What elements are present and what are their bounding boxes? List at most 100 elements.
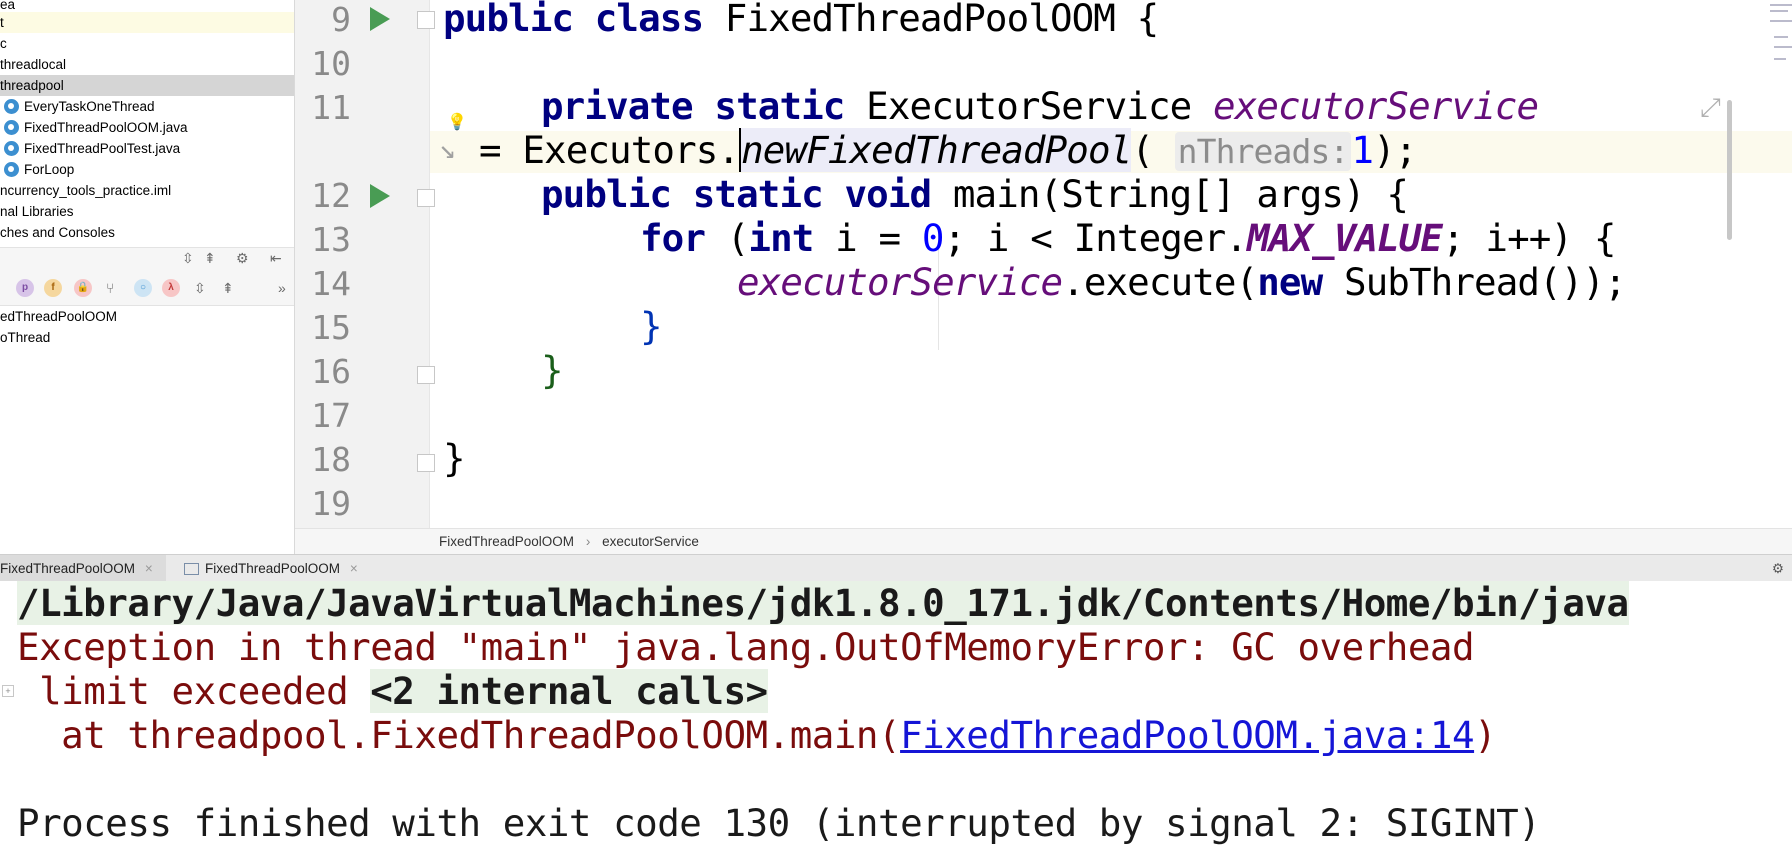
lightbulb-icon[interactable]: 💡: [447, 112, 467, 132]
tree-item-label: nal Libraries: [0, 204, 74, 219]
line-number: 12: [311, 176, 351, 215]
code-line-18: }: [443, 436, 466, 480]
java-path: /Library/Java/JavaVirtualMachines/jdk1.8…: [17, 581, 1629, 625]
number-literal: 1: [1351, 128, 1374, 172]
collapse-icon[interactable]: ⇞: [222, 278, 234, 298]
close-icon[interactable]: ×: [145, 561, 153, 576]
hide-panel-icon[interactable]: ⇤: [270, 248, 282, 268]
code-text: }: [640, 304, 663, 348]
field-ref: executorService: [737, 260, 1063, 304]
inherited-icon[interactable]: ⑂: [106, 278, 114, 298]
run-tab[interactable]: FixedThreadPoolOOM ×: [184, 555, 370, 582]
structure-item[interactable]: oThread: [0, 327, 294, 348]
editor-minimap: [1742, 0, 1792, 90]
code-text: SubThread());: [1322, 260, 1627, 304]
tree-item-external-libraries[interactable]: nal Libraries: [0, 201, 294, 222]
code-line-9: public class FixedThreadPoolOOM {: [443, 0, 1159, 40]
code-text: ; i++) {: [1442, 216, 1616, 260]
code-editor[interactable]: 9 10 11 12 13 14 15 16 17 18 19 💡 public…: [295, 0, 1792, 528]
error-text: limit exceeded: [17, 669, 371, 713]
tree-item[interactable]: c: [0, 33, 294, 54]
project-panel: ea t c threadlocal threadpool EveryTaskO…: [0, 0, 295, 554]
run-tab-bar: FixedThreadPoolOOM × FixedThreadPoolOOM …: [0, 554, 1792, 583]
keyword: public class: [443, 0, 704, 40]
tree-item-fixedthreadpooloom[interactable]: FixedThreadPoolOOM.java: [0, 117, 294, 138]
show-properties-icon[interactable]: p: [16, 279, 34, 297]
tree-item-threadpool[interactable]: threadpool: [0, 75, 294, 96]
expand-icon[interactable]: +: [2, 685, 14, 697]
show-lambdas-icon[interactable]: λ: [162, 279, 180, 297]
expand-icon[interactable]: ⇳: [194, 278, 206, 298]
code-text: (: [1131, 128, 1175, 172]
code-text: .execute(: [1062, 260, 1258, 304]
line-number: 14: [311, 264, 351, 303]
structure-toolbar: p f 🔒 ⑂ ○ λ ⇳ ⇞ »: [0, 271, 294, 306]
line-number: 17: [311, 396, 351, 435]
breadcrumb-member[interactable]: executorService: [602, 534, 699, 549]
show-non-public-icon[interactable]: 🔒: [74, 279, 92, 297]
run-tab[interactable]: FixedThreadPoolOOM ×: [0, 555, 166, 582]
tree-item-label: threadlocal: [0, 57, 67, 72]
more-icon[interactable]: »: [278, 278, 286, 298]
resize-arrow-icon: ⤢: [1700, 92, 1721, 122]
tree-item-fixedthreadpooltest[interactable]: FixedThreadPoolTest.java: [0, 138, 294, 159]
class-icon: [4, 161, 19, 177]
class-icon: [4, 140, 19, 156]
run-console[interactable]: /Library/Java/JavaVirtualMachines/jdk1.8…: [0, 581, 1792, 857]
gear-icon[interactable]: ⚙: [1772, 555, 1784, 582]
console-error-line: limit exceeded <2 internal calls>: [17, 669, 768, 713]
gear-icon[interactable]: ⚙: [236, 248, 249, 268]
fold-marker-icon[interactable]: [417, 454, 435, 472]
editor-gutter: 9 10 11 12 13 14 15 16 17 18 19 💡: [295, 0, 467, 528]
console-command-line: /Library/Java/JavaVirtualMachines/jdk1.8…: [17, 581, 1629, 625]
tree-item-label: ForLoop: [24, 162, 75, 177]
tree-item-forloop[interactable]: ForLoop: [0, 159, 294, 180]
error-text: ): [1474, 713, 1497, 757]
code-line-11-wrap: ↘ = Executors.newFixedThreadPool( nThread…: [439, 128, 1417, 172]
code-text: i =: [813, 216, 922, 260]
source-link[interactable]: FixedThreadPoolOOM.java:14: [900, 713, 1475, 757]
code-text: FixedThreadPoolOOM {: [703, 0, 1159, 40]
keyword: int: [748, 216, 814, 260]
expand-all-icon[interactable]: ⇳: [182, 248, 194, 268]
parameter-hint: nThreads:: [1174, 132, 1352, 171]
close-icon[interactable]: ×: [350, 561, 358, 576]
tree-item-label: ncurrency_tools_practice.iml: [0, 183, 172, 198]
tree-item-label: FixedThreadPoolOOM.java: [24, 120, 188, 135]
breadcrumb-class[interactable]: FixedThreadPoolOOM: [439, 534, 574, 549]
tree-item-scratches[interactable]: ches and Consoles: [0, 222, 294, 243]
run-tab-label: FixedThreadPoolOOM: [205, 561, 341, 576]
fold-marker-icon[interactable]: [417, 189, 435, 207]
structure-item-label: oThread: [0, 330, 51, 345]
tree-item-label: threadpool: [0, 78, 64, 93]
line-number: 13: [311, 220, 351, 259]
internal-calls-fold[interactable]: <2 internal calls>: [370, 669, 768, 713]
line-number: 15: [311, 308, 351, 347]
tree-item-iml[interactable]: ncurrency_tools_practice.iml: [0, 180, 294, 201]
run-class-icon[interactable]: [370, 7, 390, 31]
breadcrumb: FixedThreadPoolOOM › executorService: [295, 528, 1792, 555]
fold-marker-icon[interactable]: [417, 366, 435, 384]
tree-item-everytaskonethread[interactable]: EveryTaskOneThread: [0, 96, 294, 117]
code-line-12: public static void main(String[] args) {: [541, 172, 1409, 216]
tree-item-threadlocal[interactable]: threadlocal: [0, 54, 294, 75]
show-anonymous-icon[interactable]: ○: [134, 279, 152, 297]
code-line-16: }: [541, 348, 564, 392]
console-stack-line: at threadpool.FixedThreadPoolOOM.main(Fi…: [17, 713, 1497, 757]
run-main-icon[interactable]: [370, 184, 390, 208]
show-fields-icon[interactable]: f: [44, 279, 62, 297]
constant-ref: MAX_VALUE: [1246, 216, 1443, 260]
run-tab-label: FixedThreadPoolOOM: [0, 561, 136, 576]
console-error-line: Exception in thread "main" java.lang.Out…: [17, 625, 1475, 669]
tree-item[interactable]: t: [0, 12, 294, 33]
editor-scrollbar[interactable]: [1727, 100, 1732, 240]
class-icon: [4, 98, 19, 114]
number-literal: 0: [921, 216, 945, 260]
line-number: 19: [311, 484, 351, 523]
fold-marker-icon[interactable]: [417, 11, 435, 29]
keyword: public static void: [541, 172, 932, 216]
line-number: 9: [331, 0, 351, 39]
collapse-all-icon[interactable]: ⇞: [204, 248, 216, 268]
keyword: new: [1257, 260, 1323, 304]
structure-item[interactable]: edThreadPoolOOM: [0, 306, 294, 327]
